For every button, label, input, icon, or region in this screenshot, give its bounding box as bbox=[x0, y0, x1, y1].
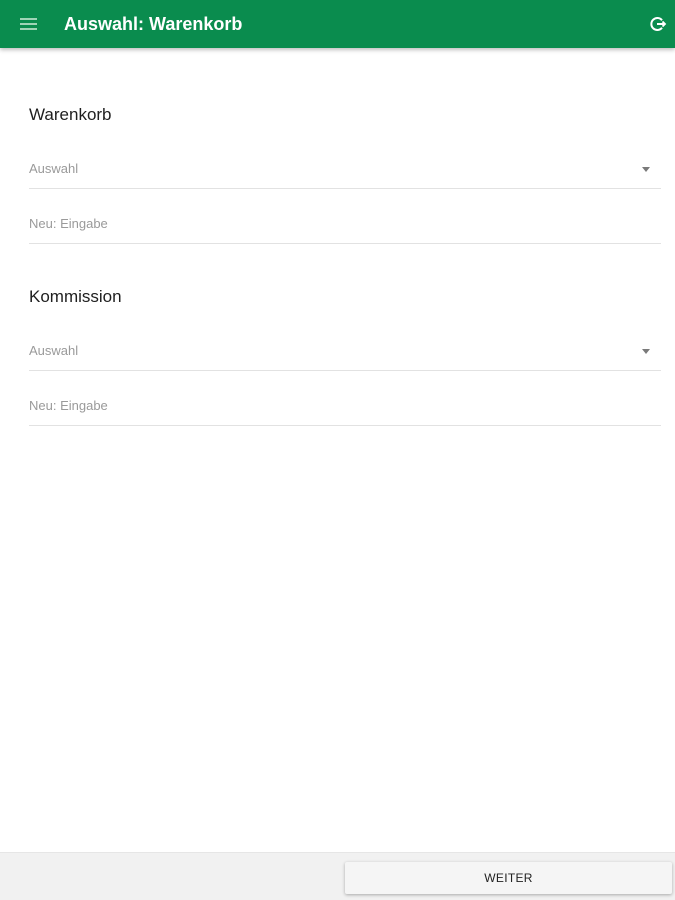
bottom-action-bar: WEITER bbox=[0, 852, 675, 900]
warenkorb-select[interactable]: Auswahl bbox=[29, 149, 661, 189]
section-title-warenkorb: Warenkorb bbox=[29, 105, 112, 124]
warenkorb-select-placeholder: Auswahl bbox=[29, 161, 79, 176]
hamburger-menu-icon[interactable] bbox=[19, 15, 39, 33]
kommission-select-placeholder: Auswahl bbox=[29, 343, 79, 358]
kommission-input-placeholder: Neu: Eingabe bbox=[29, 398, 108, 413]
section-title-kommission: Kommission bbox=[29, 287, 122, 306]
logout-icon[interactable] bbox=[649, 15, 667, 33]
kommission-new-input[interactable]: Neu: Eingabe bbox=[29, 386, 661, 426]
page-title: Auswahl: Warenkorb bbox=[64, 14, 243, 34]
next-button[interactable]: WEITER bbox=[345, 862, 672, 894]
kommission-select[interactable]: Auswahl bbox=[29, 331, 661, 371]
dropdown-arrow-icon[interactable] bbox=[642, 349, 650, 354]
app-bar: Auswahl: Warenkorb bbox=[0, 0, 675, 48]
warenkorb-new-input[interactable]: Neu: Eingabe bbox=[29, 204, 661, 244]
dropdown-arrow-icon[interactable] bbox=[642, 167, 650, 172]
warenkorb-input-placeholder: Neu: Eingabe bbox=[29, 216, 108, 231]
